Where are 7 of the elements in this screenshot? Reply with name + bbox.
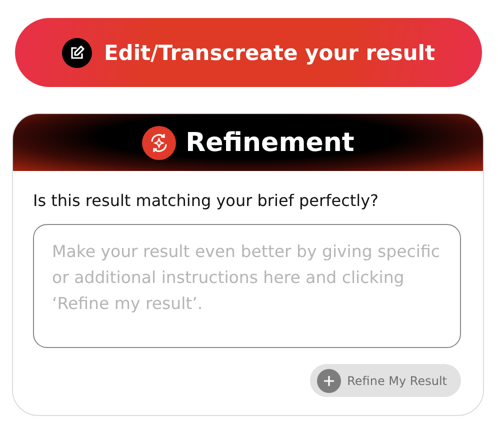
instructions-field[interactable]: Make your result even better by giving specific or additional instructions here and clicking ‘Refine my result’. bbox=[33, 224, 461, 348]
plus-icon bbox=[317, 368, 342, 392]
edit-icon bbox=[62, 38, 92, 68]
card-title: Refinement bbox=[186, 128, 354, 158]
question-text: Is this result matching your brief perfectly? bbox=[33, 191, 380, 210]
refresh-icon bbox=[142, 126, 176, 160]
edit-button[interactable]: Edit/Transcreate your result bbox=[15, 18, 482, 87]
